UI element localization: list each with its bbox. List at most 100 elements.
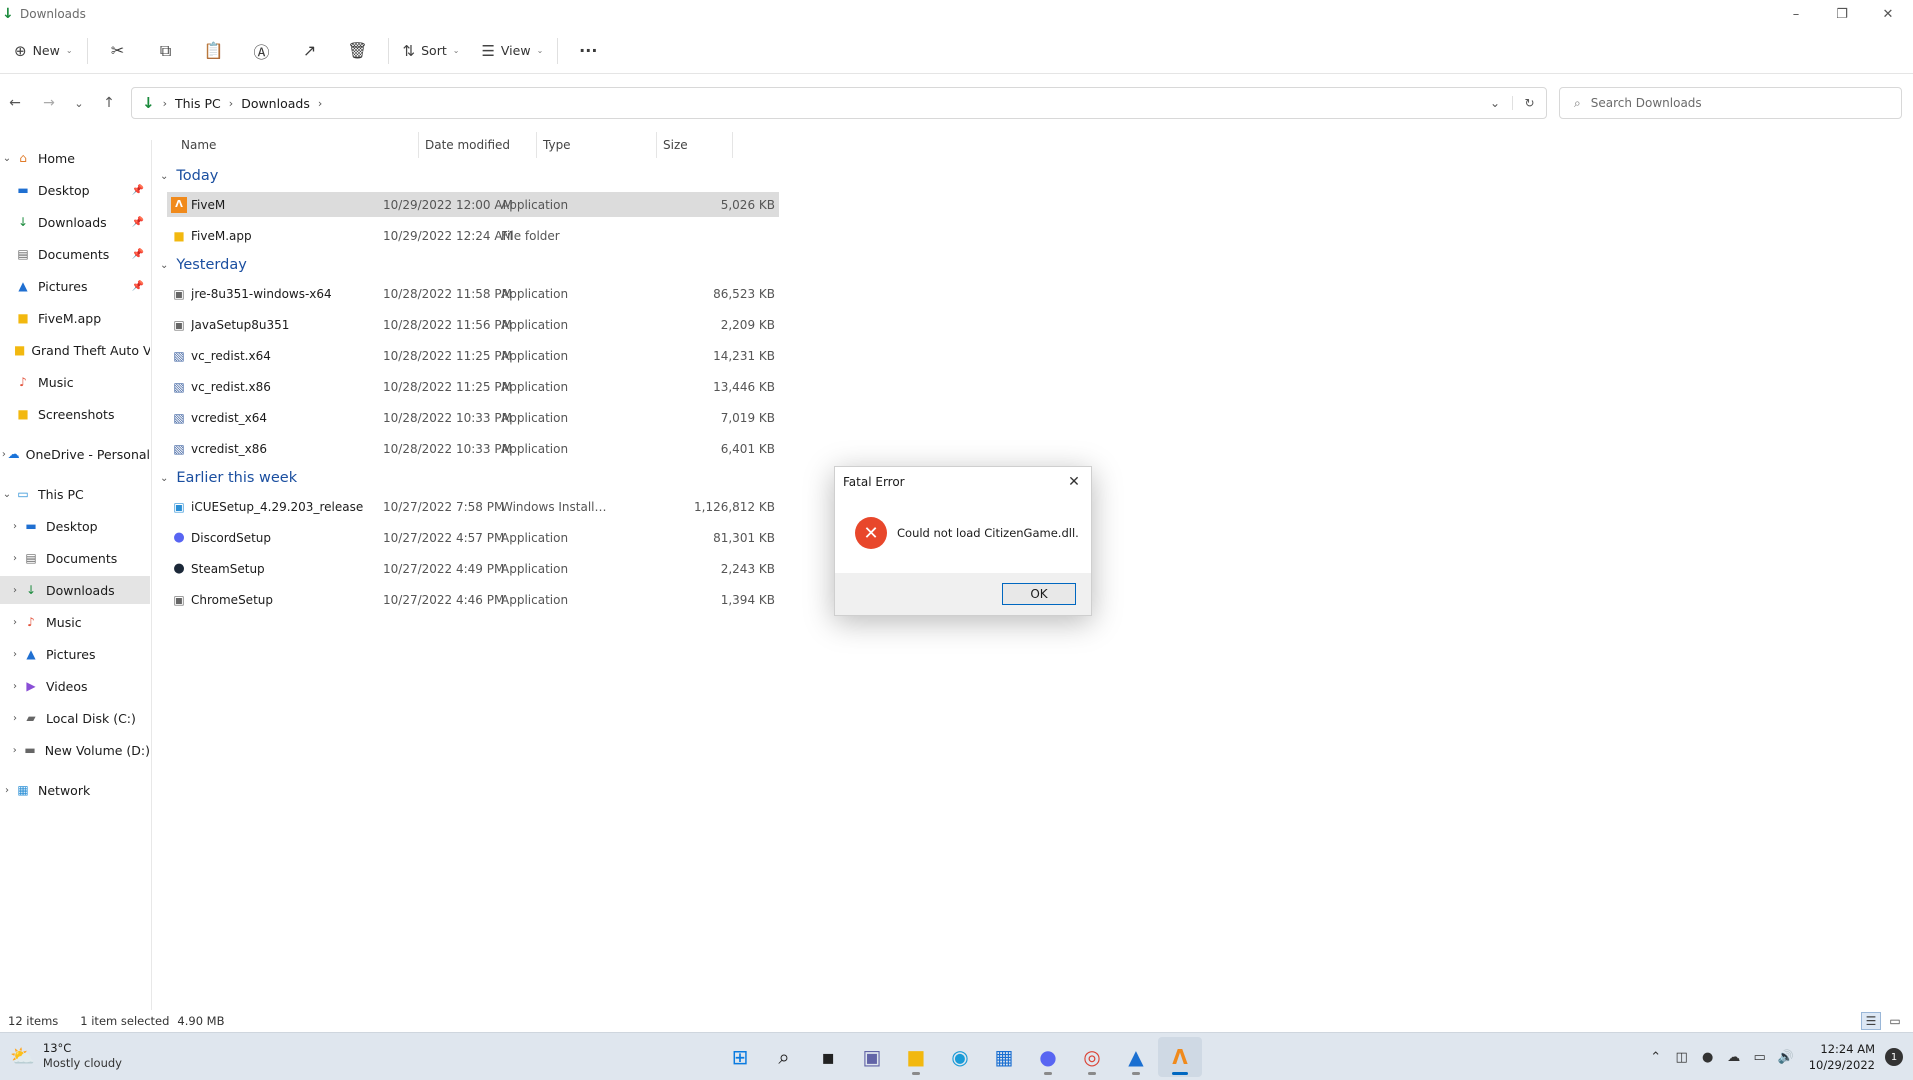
minimize-button[interactable]: – [1773, 0, 1819, 28]
group-header-yesterday[interactable]: ⌄ Yesterday [160, 253, 247, 277]
chevron-right-icon[interactable]: › [8, 553, 22, 564]
column-header-type[interactable]: Type [537, 132, 657, 158]
teams-chat-button[interactable]: ▣ [850, 1037, 894, 1077]
sidebar-item-documents[interactable]: ▤ Documents 📌 [0, 240, 150, 268]
maximize-button[interactable]: ❐ [1819, 0, 1865, 28]
search-input[interactable]: ⌕ Search Downloads [1559, 87, 1902, 119]
forward-button[interactable]: → [36, 90, 62, 116]
file-size: 2,209 KB [720, 317, 775, 332]
sidebar-item-pc-desktop[interactable]: › ▬ Desktop [0, 512, 150, 540]
file-row[interactable]: ▣ jre-8u351-windows-x64 10/28/2022 11:58… [167, 281, 779, 306]
chevron-down-icon[interactable]: ⌄ [0, 153, 14, 164]
column-header-date[interactable]: Date modified [419, 132, 537, 158]
clock[interactable]: 12:24 AM 10/29/2022 [1809, 1041, 1875, 1073]
sidebar-item-gta-v[interactable]: ■ Grand Theft Auto V [0, 336, 150, 364]
up-button[interactable]: ↑ [96, 90, 122, 116]
chevron-right-icon[interactable]: › [0, 449, 8, 460]
chevron-right-icon[interactable]: › [8, 649, 22, 660]
fivem-taskbar-button[interactable]: Λ [1158, 1037, 1202, 1077]
group-header-earlier-this-week[interactable]: ⌄ Earlier this week [160, 466, 297, 490]
photos-button[interactable]: ▲ [1114, 1037, 1158, 1077]
sidebar-item-network[interactable]: › ▦ Network [0, 776, 150, 804]
cut-button[interactable]: ✂ [94, 34, 142, 68]
file-row[interactable]: ▣ JavaSetup8u351 10/28/2022 11:56 PM App… [167, 312, 779, 337]
file-row[interactable]: ▣ iCUESetup_4.29.203_release 10/27/2022 … [167, 494, 779, 519]
chevron-up-icon[interactable]: ⌃ [1643, 1050, 1669, 1065]
breadcrumb-downloads[interactable]: Downloads [241, 96, 310, 111]
steam-icon[interactable]: ● [1695, 1050, 1721, 1065]
sidebar-item-downloads[interactable]: ↓ Downloads 📌 [0, 208, 150, 236]
sidebar-item-pc-documents[interactable]: › ▤ Documents [0, 544, 150, 572]
column-header-size[interactable]: Size [657, 132, 733, 158]
network-icon[interactable]: ▭ [1747, 1050, 1773, 1065]
sidebar-item-pc-videos[interactable]: › ▶ Videos [0, 672, 150, 700]
search-button[interactable]: ⌕ [762, 1037, 806, 1077]
chevron-right-icon[interactable]: › [0, 785, 14, 796]
recent-locations-button[interactable]: ⌄ [66, 90, 92, 116]
file-row[interactable]: ▧ vc_redist.x86 10/28/2022 11:25 PM Appl… [167, 374, 779, 399]
view-button[interactable]: ☰ View ⌄ [473, 34, 551, 68]
back-button[interactable]: ← [2, 90, 28, 116]
file-row[interactable]: ● SteamSetup 10/27/2022 4:49 PM Applicat… [167, 556, 779, 581]
close-button[interactable]: ✕ [1865, 0, 1911, 28]
details-view-button[interactable]: ☰ [1861, 1012, 1881, 1030]
sidebar-item-local-disk-c[interactable]: › ▰ Local Disk (C:) [0, 704, 150, 732]
refresh-button[interactable]: ↻ [1512, 96, 1546, 110]
chevron-right-icon[interactable]: › [8, 713, 22, 724]
sidebar-item-screenshots[interactable]: ■ Screenshots [0, 400, 150, 428]
group-header-today[interactable]: ⌄ Today [160, 164, 218, 188]
chevron-right-icon[interactable]: › [8, 745, 21, 756]
volume-icon[interactable]: 🔊 [1773, 1050, 1799, 1065]
paste-button[interactable]: 📋 [190, 34, 238, 68]
address-bar[interactable]: ↓ › This PC › Downloads › ⌄ ↻ [131, 87, 1547, 119]
sidebar-item-onedrive[interactable]: › ☁ OneDrive - Personal [0, 440, 150, 468]
rename-button[interactable]: Ⓐ [238, 34, 286, 68]
ok-button[interactable]: OK [1002, 583, 1076, 605]
file-explorer-button[interactable]: ■ [894, 1037, 938, 1077]
sidebar-item-home[interactable]: ⌄ ⌂ Home [0, 144, 150, 172]
file-row[interactable]: ● DiscordSetup 10/27/2022 4:57 PM Applic… [167, 525, 779, 550]
new-button[interactable]: ⊕ New ⌄ [6, 34, 81, 68]
share-button[interactable]: ↗ [286, 34, 334, 68]
file-row[interactable]: Λ FiveM 10/29/2022 12:00 AM Application … [167, 192, 779, 217]
breadcrumb-this-pc[interactable]: This PC [175, 96, 221, 111]
sidebar-item-music[interactable]: ♪ Music [0, 368, 150, 396]
file-row[interactable]: ■ FiveM.app 10/29/2022 12:24 AM File fol… [167, 223, 779, 248]
edge-button[interactable]: ◉ [938, 1037, 982, 1077]
sidebar-item-pictures[interactable]: ▲ Pictures 📌 [0, 272, 150, 300]
address-history-button[interactable]: ⌄ [1478, 96, 1512, 110]
sidebar-item-pc-pictures[interactable]: › ▲ Pictures [0, 640, 150, 668]
sidebar-item-desktop[interactable]: ▬ Desktop 📌 [0, 176, 150, 204]
chevron-right-icon[interactable]: › [8, 681, 22, 692]
game-controller-icon[interactable]: ◫ [1669, 1050, 1695, 1065]
sidebar-item-fivem-app[interactable]: ■ FiveM.app [0, 304, 150, 332]
onedrive-icon[interactable]: ☁ [1721, 1050, 1747, 1065]
start-button[interactable]: ⊞ [718, 1037, 762, 1077]
sidebar-item-pc-music[interactable]: › ♪ Music [0, 608, 150, 636]
file-row[interactable]: ▧ vc_redist.x64 10/28/2022 11:25 PM Appl… [167, 343, 779, 368]
notification-badge[interactable]: 1 [1885, 1048, 1903, 1066]
running-indicator [1044, 1072, 1052, 1075]
file-row[interactable]: ▧ vcredist_x64 10/28/2022 10:33 PM Appli… [167, 405, 779, 430]
sort-button[interactable]: ⇅ Sort ⌄ [395, 34, 468, 68]
dialog-close-button[interactable]: ✕ [1063, 471, 1085, 493]
chevron-right-icon[interactable]: › [8, 617, 22, 628]
more-options-button[interactable]: ··· [564, 34, 612, 68]
store-button[interactable]: ▦ [982, 1037, 1026, 1077]
file-row[interactable]: ▣ ChromeSetup 10/27/2022 4:46 PM Applica… [167, 587, 779, 612]
chrome-button[interactable]: ◎ [1070, 1037, 1114, 1077]
sidebar-item-this-pc[interactable]: ⌄ ▭ This PC [0, 480, 150, 508]
delete-button[interactable]: 🗑 [334, 34, 382, 68]
column-header-name[interactable]: Name [175, 132, 419, 158]
weather-widget[interactable]: ⛅ 13°C Mostly cloudy [10, 1041, 122, 1071]
chevron-down-icon[interactable]: ⌄ [0, 489, 14, 500]
copy-button[interactable]: ⧉ [142, 34, 190, 68]
tiles-view-button[interactable]: ▭ [1885, 1012, 1905, 1030]
file-row[interactable]: ▧ vcredist_x86 10/28/2022 10:33 PM Appli… [167, 436, 779, 461]
chevron-right-icon[interactable]: › [8, 585, 22, 596]
sidebar-item-pc-downloads[interactable]: › ↓ Downloads [0, 576, 150, 604]
chevron-right-icon[interactable]: › [8, 521, 22, 532]
task-view-button[interactable]: ▪ [806, 1037, 850, 1077]
discord-button[interactable]: ● [1026, 1037, 1070, 1077]
sidebar-item-new-volume-d[interactable]: › ▬ New Volume (D:) [0, 736, 150, 764]
